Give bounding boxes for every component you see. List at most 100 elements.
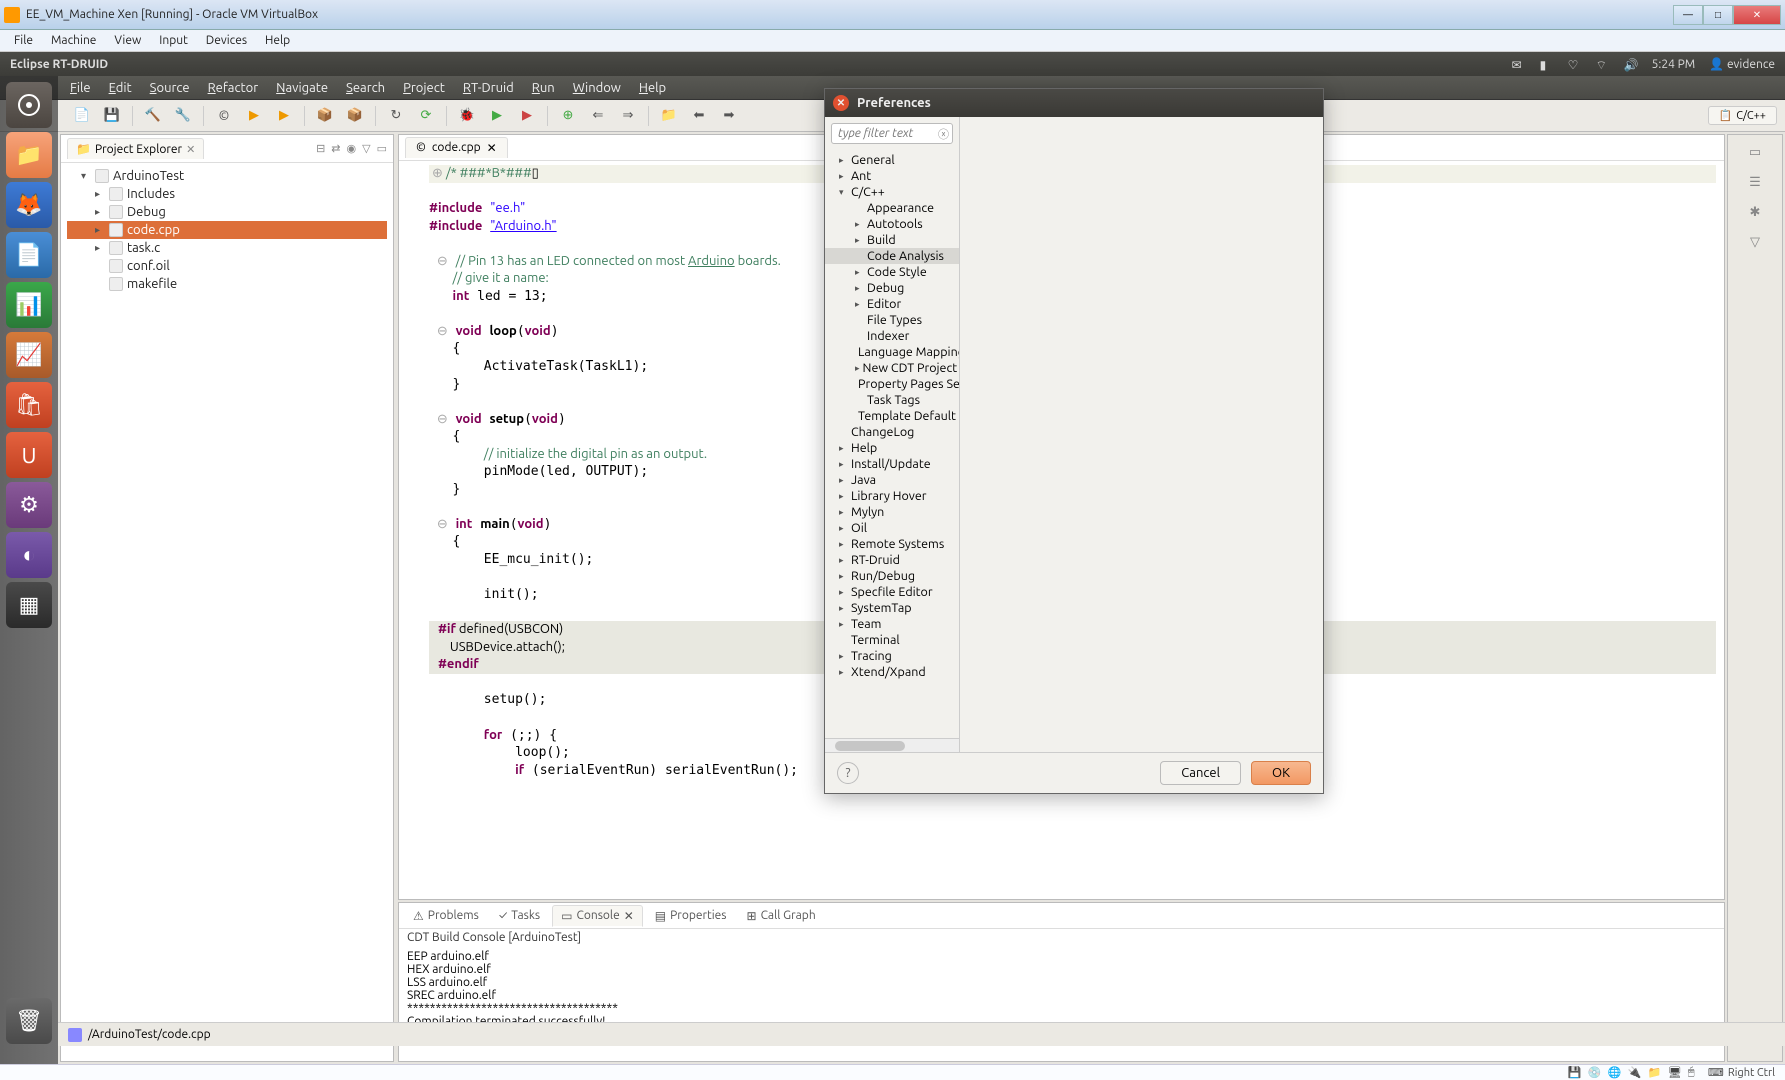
prefs-nav-item[interactable]: ▸SystemTap — [825, 600, 959, 616]
tab-callgraph[interactable]: ⊞ Call Graph — [739, 906, 824, 926]
net-icon[interactable]: 🌐 — [1608, 1066, 1622, 1080]
tree-node[interactable]: ▸ task.c — [67, 239, 387, 257]
minimize-icon[interactable]: ▭ — [1744, 141, 1766, 163]
menu-icon[interactable]: ▽ — [1744, 231, 1766, 253]
prefs-nav-item[interactable]: ▸Java — [825, 472, 959, 488]
menu-file[interactable]: File — [70, 81, 91, 95]
close-icon[interactable]: ✕ — [487, 141, 497, 155]
prefs-nav-item[interactable]: Appearance — [825, 200, 959, 216]
prefs-nav-item[interactable]: ▸Ant — [825, 168, 959, 184]
vbox-menu-view[interactable]: View — [114, 34, 141, 47]
impress-icon[interactable]: 📈 — [6, 332, 52, 378]
prefs-nav-item[interactable]: ▸Xtend/Xpand — [825, 664, 959, 680]
tab-tasks[interactable]: ✓ Tasks — [491, 906, 548, 925]
workspace-switcher-icon[interactable]: ▦ — [6, 582, 52, 628]
menu-icon[interactable]: ▽ — [362, 142, 370, 155]
ubuntu-one-icon[interactable]: U — [6, 432, 52, 478]
mail-icon[interactable]: ✉ — [1512, 58, 1526, 70]
vbox-menu-machine[interactable]: Machine — [51, 34, 96, 47]
prefs-nav-item[interactable]: Terminal — [825, 632, 959, 648]
prev-button[interactable]: ⬅ — [687, 105, 711, 127]
project-tree[interactable]: ▾ ArduinoTest▸ Includes▸ Debug▸ code.cpp… — [61, 163, 393, 297]
close-icon[interactable]: ✕ — [186, 143, 195, 156]
prefs-nav-item[interactable]: ▸Autotools — [825, 216, 959, 232]
focus-icon[interactable]: ◉ — [347, 142, 357, 155]
prefs-nav-item[interactable]: ChangeLog — [825, 424, 959, 440]
horizontal-scrollbar[interactable] — [825, 738, 959, 752]
open-type-button[interactable]: 📦 — [313, 105, 337, 127]
prefs-nav-item[interactable]: ▸Help — [825, 440, 959, 456]
dash-icon[interactable] — [6, 82, 52, 128]
sync-button[interactable]: ⟳ — [414, 105, 438, 127]
clock[interactable]: 5:24 PM — [1652, 58, 1696, 71]
settings-icon[interactable]: ⚙ — [6, 482, 52, 528]
vbox-menu-devices[interactable]: Devices — [206, 34, 247, 47]
menu-window[interactable]: Window — [573, 81, 621, 95]
keyboard-icon[interactable]: ⌨ — [1708, 1066, 1722, 1080]
tab-properties[interactable]: ▤ Properties — [647, 906, 735, 926]
external-button[interactable]: ▶ — [515, 105, 539, 127]
tree-node[interactable]: ▸ code.cpp — [67, 221, 387, 239]
tab-problems[interactable]: ⚠ Problems — [405, 906, 487, 926]
prefs-nav-item[interactable]: ▸Editor — [825, 296, 959, 312]
refresh-button[interactable]: ↻ — [384, 105, 408, 127]
prefs-nav-item[interactable]: Property Pages Setti — [825, 376, 959, 392]
make-icon[interactable]: ✱ — [1744, 201, 1766, 223]
vbox-menu-input[interactable]: Input — [159, 34, 188, 47]
back-button[interactable]: ⇐ — [586, 105, 610, 127]
menu-search[interactable]: Search — [346, 81, 385, 95]
prefs-nav-item[interactable]: ▸Mylyn — [825, 504, 959, 520]
prefs-nav-item[interactable]: Template Default Va — [825, 408, 959, 424]
run-button[interactable]: ▶ — [485, 105, 509, 127]
collapse-icon[interactable]: ⊟ — [316, 142, 325, 155]
next-button[interactable]: ➡ — [717, 105, 741, 127]
shared-icon[interactable]: 📁 — [1648, 1066, 1662, 1080]
battery-icon[interactable]: ▮ — [1540, 58, 1554, 70]
display-icon[interactable]: 🖥 — [1668, 1066, 1682, 1080]
project-explorer-tab[interactable]: 📁 Project Explorer ✕ — [67, 138, 204, 159]
minmax-icon[interactable]: ▭ — [377, 142, 387, 155]
prefs-nav-item[interactable]: ▸General — [825, 152, 959, 168]
help-icon[interactable]: ? — [837, 762, 859, 784]
software-center-icon[interactable]: 🛍 — [6, 382, 52, 428]
prefs-nav-item[interactable]: ▸Team — [825, 616, 959, 632]
outline-icon[interactable]: ☰ — [1744, 171, 1766, 193]
ok-button[interactable]: OK — [1251, 761, 1311, 785]
dialog-close-button[interactable]: ✕ — [833, 95, 849, 111]
prefs-nav-tree[interactable]: ▸General▸Ant▾C/C++Appearance▸Autotools▸B… — [825, 150, 959, 738]
prefs-nav-item[interactable]: ▸Specfile Editor — [825, 584, 959, 600]
prefs-nav-item[interactable]: ▸Build — [825, 232, 959, 248]
menu-run[interactable]: Run — [532, 81, 555, 95]
prefs-nav-item[interactable]: ▾C/C++ — [825, 184, 959, 200]
step-over-button[interactable]: ▶ — [242, 105, 266, 127]
writer-icon[interactable]: 📄 — [6, 232, 52, 278]
clear-icon[interactable]: ⓧ — [938, 126, 949, 142]
menu-refactor[interactable]: Refactor — [208, 81, 259, 95]
vbox-menu-help[interactable]: Help — [265, 34, 290, 47]
prefs-nav-item[interactable]: File Types — [825, 312, 959, 328]
prefs-nav-item[interactable]: ▸Code Style — [825, 264, 959, 280]
prefs-nav-item[interactable]: ▸RT-Druid — [825, 552, 959, 568]
files-icon[interactable]: 📁 — [6, 132, 52, 178]
menu-rtdruid[interactable]: RT-Druid — [463, 81, 514, 95]
vbox-menu-file[interactable]: File — [14, 34, 33, 47]
build-button[interactable]: 🔨 — [141, 105, 165, 127]
new-button[interactable]: 📄 — [70, 105, 94, 127]
mouse-icon[interactable]: 🖱 — [1688, 1066, 1702, 1080]
open-task-button[interactable]: 📦 — [343, 105, 367, 127]
maximize-button[interactable]: □ — [1703, 5, 1733, 25]
prefs-nav-item[interactable]: ▸Run/Debug — [825, 568, 959, 584]
prefs-nav-item[interactable]: Language Mappings — [825, 344, 959, 360]
minimize-button[interactable]: — — [1673, 5, 1703, 25]
prefs-nav-item[interactable]: ▸Debug — [825, 280, 959, 296]
profile-button[interactable]: ⊕ — [556, 105, 580, 127]
prefs-nav-item[interactable]: ▸Library Hover — [825, 488, 959, 504]
prefs-nav-item[interactable]: ▸New CDT Project Wiz — [825, 360, 959, 376]
menu-help[interactable]: Help — [639, 81, 666, 95]
tree-node[interactable]: ▾ ArduinoTest — [67, 167, 387, 185]
menu-edit[interactable]: Edit — [109, 81, 132, 95]
prefs-nav-item[interactable]: ▸Oil — [825, 520, 959, 536]
prefs-nav-item[interactable]: ▸Remote Systems — [825, 536, 959, 552]
volume-icon[interactable]: 🔊 — [1624, 58, 1638, 70]
save-button[interactable]: 💾 — [100, 105, 124, 127]
